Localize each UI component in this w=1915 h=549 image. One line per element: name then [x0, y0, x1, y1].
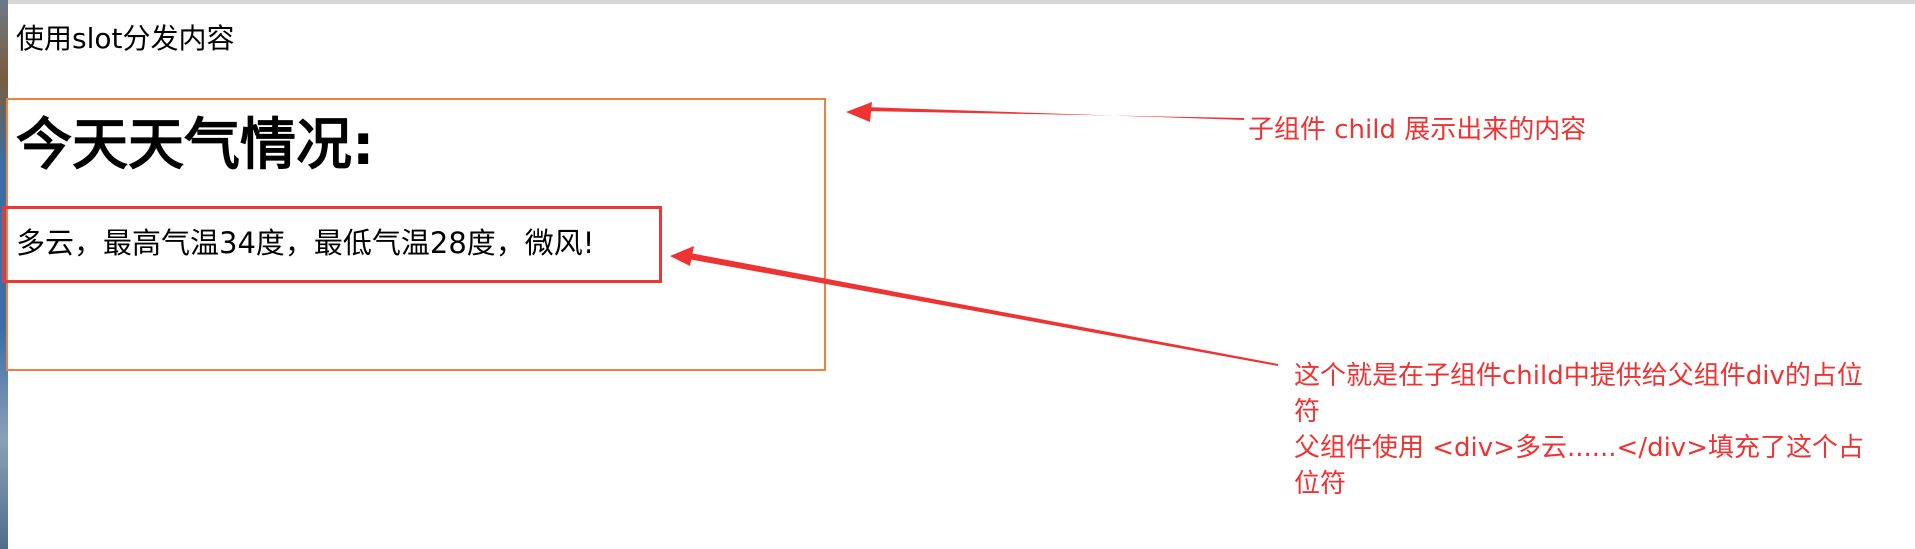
slot-annotation-line-3: 父组件使用 <div>多云......</div>填充了这个占: [1294, 433, 1864, 463]
slot-annotation-line-2: 符: [1294, 397, 1321, 427]
slot-annotation-arrow: [688, 253, 1278, 366]
slot-annotation-label: 这个就是在子组件child中提供给父组件div的占位 符 父组件使用 <div>…: [1294, 358, 1906, 502]
screenshot-canvas: 使用slot分发内容 今天天气情况: 多云，最高气温34度，最低气温28度，微风…: [0, 0, 1915, 549]
slot-annotation-arrowhead: [670, 246, 694, 266]
slot-annotation-line-1: 这个就是在子组件child中提供给父组件div的占位: [1294, 361, 1863, 391]
child-annotation-arrowhead: [846, 102, 872, 122]
child-annotation-arrow: [864, 107, 1244, 120]
child-annotation-label: 子组件 child 展示出来的内容: [1248, 115, 1587, 145]
slot-annotation-line-4: 位符: [1294, 469, 1347, 499]
